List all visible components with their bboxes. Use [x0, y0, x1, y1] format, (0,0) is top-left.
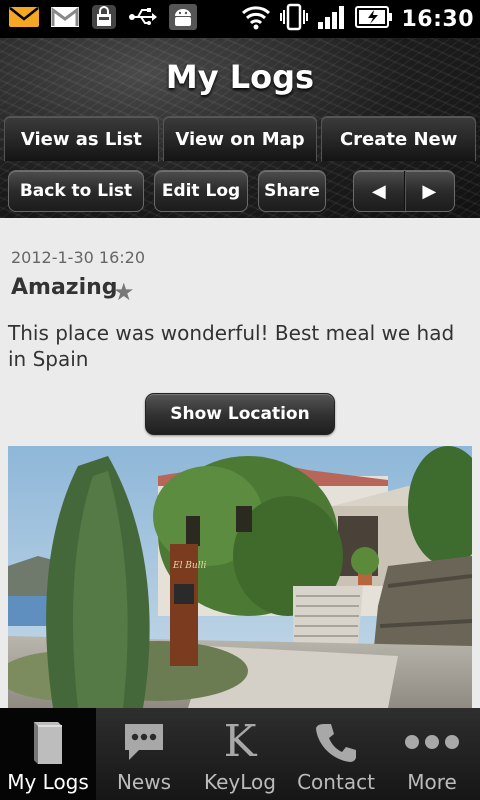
book-icon	[0, 716, 96, 768]
tab-view-on-map[interactable]: View on Map	[162, 116, 318, 161]
share-button[interactable]: Share	[258, 170, 326, 212]
log-photo[interactable]: El Bulli	[8, 446, 472, 708]
nav-item-keylog[interactable]: K KeyLog	[192, 708, 288, 800]
nav-label-contact: Contact	[297, 770, 375, 794]
header: My Logs View as List View on Map Create …	[0, 38, 480, 218]
email-notification-icon	[8, 5, 40, 33]
prev-next-control: ◀ ▶	[353, 170, 455, 212]
tab-view-as-list[interactable]: View as List	[4, 116, 159, 161]
view-tabs: View as List View on Map Create New	[4, 116, 477, 162]
previous-button[interactable]: ◀	[354, 171, 404, 211]
keylog-k-icon: K	[223, 716, 257, 767]
next-button[interactable]: ▶	[403, 171, 455, 211]
status-bar: 16:30	[0, 0, 480, 38]
back-to-list-button[interactable]: Back to List	[8, 170, 144, 212]
nav-label-news: News	[116, 770, 172, 794]
nav-item-news[interactable]: News	[96, 708, 192, 800]
android-icon	[168, 3, 198, 35]
vibrate-icon	[279, 3, 309, 35]
tab-create-new[interactable]: Create New	[321, 116, 477, 161]
usb-icon	[128, 6, 158, 32]
battery-charging-icon	[355, 4, 393, 34]
lock-bag-icon	[90, 3, 118, 35]
triangle-left-icon: ◀	[371, 180, 386, 202]
star-icon[interactable]: ★	[113, 278, 135, 306]
nav-item-my-logs[interactable]: My Logs	[0, 708, 96, 800]
log-description: This place was wonderful! Best meal we h…	[8, 321, 455, 371]
log-toolbar: Back to List Edit Log Share ◀ ▶	[0, 164, 480, 218]
log-date: 2012-1-30 16:20	[11, 248, 145, 267]
bottom-nav: My Logs News K KeyLog Contact More	[0, 708, 480, 800]
photo-sign-text: El Bulli	[172, 561, 206, 571]
chat-bubble-icon	[96, 716, 192, 768]
status-time: 16:30	[401, 6, 474, 32]
gmail-icon	[50, 5, 80, 33]
nav-label-my-logs: My Logs	[7, 770, 89, 794]
wifi-icon	[241, 4, 271, 34]
phone-icon	[288, 716, 384, 768]
log-detail: 2012-1-30 16:20 Amazing ★ This place was…	[0, 218, 480, 708]
signal-icon	[317, 4, 347, 34]
show-location-button[interactable]: Show Location	[145, 393, 335, 435]
edit-log-button[interactable]: Edit Log	[154, 170, 248, 212]
log-title: Amazing	[11, 275, 118, 300]
nav-item-more[interactable]: More	[384, 708, 480, 800]
more-dots-icon	[384, 716, 480, 768]
nav-label-keylog: KeyLog	[204, 770, 276, 794]
page-title: My Logs	[165, 58, 315, 96]
nav-item-contact[interactable]: Contact	[288, 708, 384, 800]
triangle-right-icon: ▶	[422, 180, 437, 202]
nav-label-more: More	[407, 770, 457, 794]
